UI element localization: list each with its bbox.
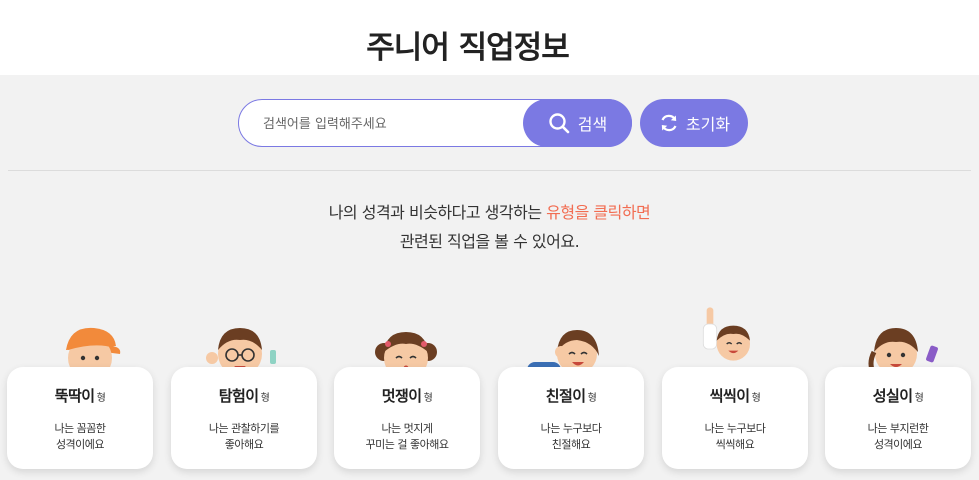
type-desc-line-1: 나는 멋지게 [381, 422, 433, 435]
type-suffix: 형 [751, 393, 761, 404]
type-description: 나는 꼼꼼한성격이에요 [7, 421, 153, 453]
intro-line-2: 관련된 직업을 볼 수 있어요. [399, 232, 580, 251]
type-name-text: 친절이 [545, 387, 586, 405]
type-description: 나는 부지런한성격이에요 [825, 421, 971, 453]
type-card-seongsil[interactable]: 성실이 형 나는 부지런한성격이에요 [825, 367, 971, 469]
type-desc-line-2: 좋아해요 [224, 438, 264, 451]
type-description: 나는 관찰하기를좋아해요 [171, 421, 317, 453]
search-button[interactable]: 검색 [523, 99, 632, 147]
type-name: 뚝딱이 형 [7, 385, 153, 406]
type-name-text: 씩씩이 [709, 387, 750, 405]
type-name: 성실이 형 [825, 385, 971, 406]
type-desc-line-2: 친절해요 [551, 438, 591, 451]
type-desc-line-2: 씩씩해요 [715, 438, 755, 451]
type-card-ttukttak[interactable]: 뚝딱이 형 나는 꼼꼼한성격이에요 [7, 367, 153, 469]
type-desc-line-2: 성격이에요 [873, 438, 923, 451]
refresh-icon [658, 112, 680, 134]
type-name-text: 탐험이 [218, 387, 259, 405]
type-description: 나는 누구보다친절해요 [498, 421, 644, 453]
intro-line-1: 나의 성격과 비슷하다고 생각하는 유형을 클릭하면 [0, 198, 979, 227]
search-icon [548, 112, 570, 134]
divider [8, 170, 971, 171]
intro-highlight: 유형을 클릭하면 [546, 203, 651, 222]
intro-prefix: 나의 성격과 비슷하다고 생각하는 [328, 203, 547, 222]
type-desc-line-1: 나는 부지런한 [867, 422, 929, 435]
type-suffix: 형 [914, 393, 924, 404]
type-name-text: 뚝딱이 [54, 387, 95, 405]
character-ssikssik-illustration [702, 307, 750, 361]
type-desc-line-1: 나는 누구보다 [540, 422, 602, 435]
type-desc-line-1: 나는 꼼꼼한 [54, 422, 106, 435]
type-desc-line-2: 꾸미는 걸 좋아해요 [365, 438, 449, 451]
type-name-text: 멋쟁이 [381, 387, 422, 405]
search-input[interactable] [263, 112, 513, 136]
type-desc-line-1: 나는 관찰하기를 [208, 422, 280, 435]
type-desc-line-1: 나는 누구보다 [704, 422, 766, 435]
type-name: 멋쟁이 형 [334, 385, 480, 406]
type-suffix: 형 [423, 393, 433, 404]
type-card-chinjeol[interactable]: 친절이 형 나는 누구보다친절해요 [498, 367, 644, 469]
type-description: 나는 누구보다씩씩해요 [662, 421, 808, 453]
type-card-meotjaeng[interactable]: 멋쟁이 형 나는 멋지게꾸미는 걸 좋아해요 [334, 367, 480, 469]
header: 주니어 직업정보 [0, 0, 979, 75]
type-suffix: 형 [587, 393, 597, 404]
intro-text: 나의 성격과 비슷하다고 생각하는 유형을 클릭하면 관련된 직업을 볼 수 있… [0, 198, 979, 256]
type-description: 나는 멋지게꾸미는 걸 좋아해요 [334, 421, 480, 453]
type-card-ssikssik[interactable]: 씩씩이 형 나는 누구보다씩씩해요 [662, 367, 808, 469]
page-title: 주니어 직업정보 [366, 30, 569, 66]
type-suffix: 형 [96, 393, 106, 404]
reset-button[interactable]: 초기화 [640, 99, 748, 147]
reset-button-label: 초기화 [685, 115, 731, 134]
type-suffix: 형 [260, 393, 270, 404]
type-desc-line-2: 성격이에요 [55, 438, 105, 451]
type-name-text: 성실이 [872, 387, 913, 405]
type-name: 씩씩이 형 [662, 385, 808, 406]
type-name: 친절이 형 [498, 385, 644, 406]
type-card-tamheom[interactable]: 탐험이 형 나는 관찰하기를좋아해요 [171, 367, 317, 469]
search-button-label: 검색 [577, 115, 608, 134]
type-name: 탐험이 형 [171, 385, 317, 406]
